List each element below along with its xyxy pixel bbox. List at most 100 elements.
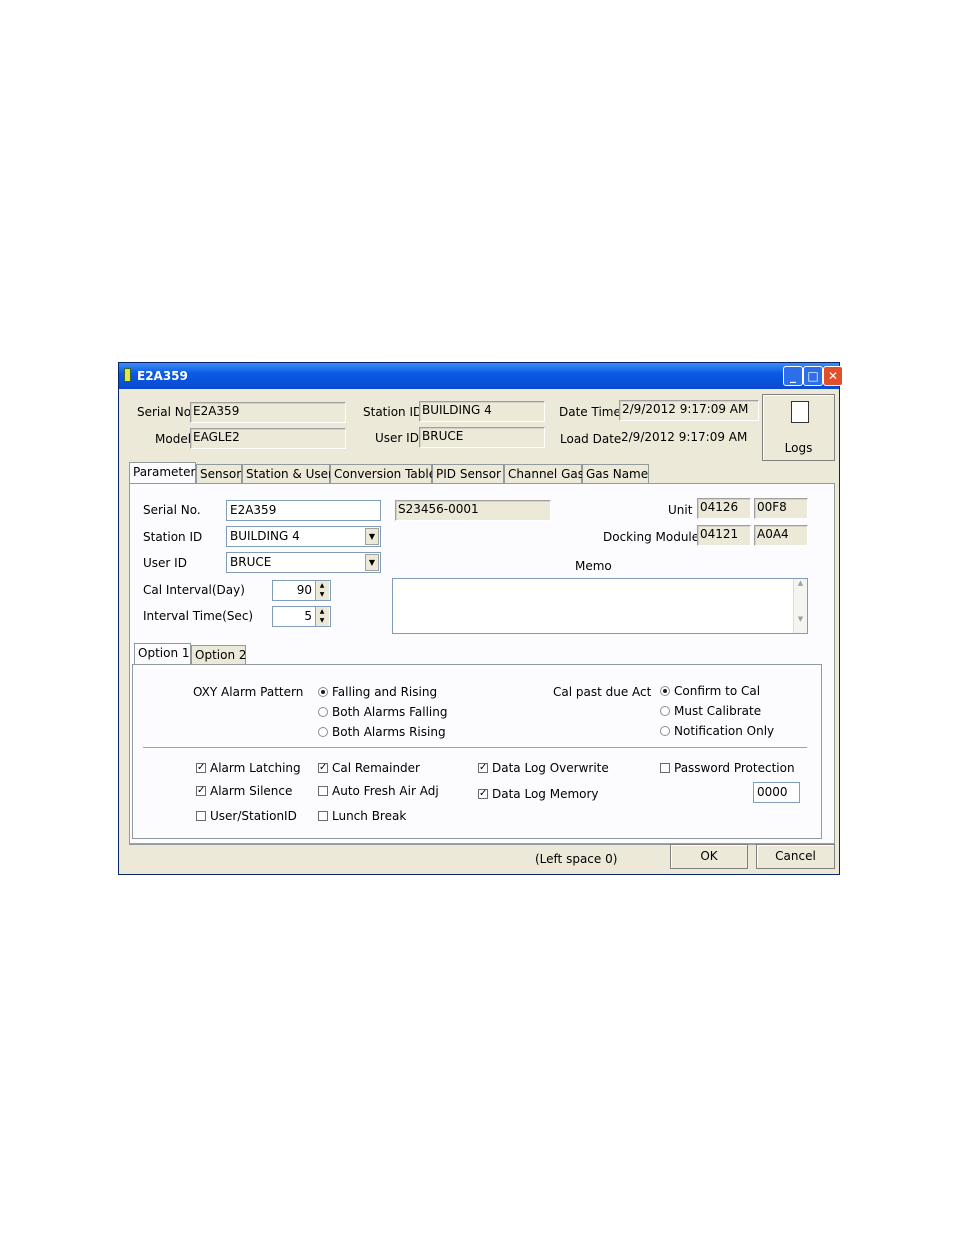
tab-parameter[interactable]: Parameter [129, 462, 196, 484]
header-loaddate-label: Load Date [560, 432, 622, 446]
close-button[interactable]: ✕ [823, 366, 843, 386]
header-user-field: BRUCE [419, 427, 545, 448]
alarm-latching-checkbox[interactable]: ✓ [196, 763, 206, 773]
param-user-value: BRUCE [230, 555, 272, 569]
chevron-down-icon[interactable]: ▼ [365, 554, 379, 571]
oxy-option-2: Both Alarms Rising [332, 725, 446, 739]
unit-field-1: 04126 [697, 498, 751, 519]
param-user-select[interactable]: BRUCE ▼ [226, 552, 381, 573]
user-station-checkbox[interactable] [196, 811, 206, 821]
param-station-select[interactable]: BUILDING 4 ▼ [226, 526, 381, 547]
param-serial-extra: S23456-0001 [395, 500, 551, 521]
docking-field-2: A0A4 [754, 525, 808, 546]
cal-remainder-label: Cal Remainder [332, 761, 420, 775]
param-station-label: Station ID [143, 530, 203, 544]
tab-station-user[interactable]: Station & User [242, 464, 333, 484]
user-station-label: User/StationID [210, 809, 297, 823]
header-serial-field: E2A359 [190, 402, 346, 423]
cancel-button[interactable]: Cancel [756, 844, 835, 869]
header-station-label: Station ID [363, 405, 423, 419]
docking-field-1: 04121 [697, 525, 751, 546]
header-user-label: User ID [375, 431, 419, 445]
calpast-option-1: Must Calibrate [674, 704, 762, 718]
oxy-radio-1[interactable] [318, 707, 328, 717]
maximize-icon: □ [807, 369, 819, 383]
maximize-button[interactable]: □ [803, 366, 823, 386]
scroll-up-icon[interactable]: ▲ [794, 579, 807, 587]
logs-button[interactable]: Logs [762, 394, 835, 461]
title-bar[interactable]: E2A359 _ □ ✕ [119, 363, 843, 389]
data-log-overwrite-checkbox[interactable]: ✓ [478, 763, 488, 773]
password-protection-checkbox[interactable] [660, 763, 670, 773]
subtab-option2[interactable]: Option 2 [191, 645, 247, 665]
close-icon: ✕ [827, 369, 839, 383]
calpast-radio-1[interactable] [660, 706, 670, 716]
calpast-option-2: Notification Only [674, 724, 775, 738]
window-title: E2A359 [137, 369, 188, 383]
lunch-break-checkbox[interactable] [318, 811, 328, 821]
spin-down-icon[interactable]: ▼ [316, 590, 328, 599]
oxy-radio-2[interactable] [318, 727, 328, 737]
parameter-panel: Serial No. E2A359 S23456-0001 Station ID… [129, 483, 835, 845]
scroll-down-icon[interactable]: ▼ [794, 615, 807, 623]
alarm-silence-label: Alarm Silence [210, 784, 293, 798]
auto-fresh-label: Auto Fresh Air Adj [332, 784, 439, 798]
tab-sensor[interactable]: Sensor [196, 464, 242, 484]
tab-conversion-table[interactable]: Conversion Table [330, 464, 436, 484]
header-model-field: EAGLE2 [190, 428, 346, 449]
cal-interval-stepper[interactable]: 90 ▲ ▼ [272, 580, 331, 601]
tab-pid-sensor[interactable]: PID Sensor [432, 464, 504, 484]
param-serial-input[interactable]: E2A359 [226, 500, 381, 521]
oxy-option-0: Falling and Rising [332, 685, 438, 699]
spin-down-icon[interactable]: ▼ [316, 616, 328, 625]
memo-label: Memo [575, 559, 612, 573]
calpast-option-0: Confirm to Cal [674, 684, 761, 698]
interval-time-spin[interactable]: ▲ ▼ [315, 607, 329, 626]
param-user-label: User ID [143, 556, 187, 570]
tab-channel-gas[interactable]: Channel Gas [504, 464, 584, 484]
interval-time-stepper[interactable]: 5 ▲ ▼ [272, 606, 331, 627]
data-log-memory-label: Data Log Memory [492, 787, 599, 801]
calpast-radio-0[interactable] [660, 686, 670, 696]
oxy-radio-0[interactable] [318, 687, 328, 697]
cal-interval-value: 90 [296, 583, 312, 597]
password-input[interactable]: 0000 [753, 782, 800, 803]
oxy-label: OXY Alarm Pattern [193, 685, 304, 699]
param-station-value: BUILDING 4 [230, 529, 300, 543]
option-divider [143, 747, 807, 749]
ok-button[interactable]: OK [670, 844, 748, 869]
spin-up-icon[interactable]: ▲ [316, 581, 328, 590]
minimize-button[interactable]: _ [783, 366, 803, 386]
header-datetime-label: Date Time [559, 405, 621, 419]
memo-textarea[interactable]: ▲ ▼ [392, 578, 808, 634]
cal-remainder-checkbox[interactable]: ✓ [318, 763, 328, 773]
main-window: E2A359 _ □ ✕ Serial No. E2A359 Model EAG… [118, 362, 843, 875]
data-log-overwrite-label: Data Log Overwrite [492, 761, 609, 775]
auto-fresh-checkbox[interactable] [318, 786, 328, 796]
unit-label: Unit [668, 503, 693, 517]
param-serial-label: Serial No. [143, 503, 201, 517]
cal-interval-label: Cal Interval(Day) [143, 583, 245, 597]
spin-up-icon[interactable]: ▲ [316, 607, 328, 616]
password-protection-label: Password Protection [674, 761, 795, 775]
header-loaddate-value: 2/9/2012 9:17:09 AM [621, 430, 748, 444]
lunch-break-label: Lunch Break [332, 809, 407, 823]
logs-label: Logs [784, 441, 813, 455]
chevron-down-icon[interactable]: ▼ [365, 528, 379, 545]
option1-panel: OXY Alarm Pattern Falling and Rising Bot… [132, 664, 822, 839]
alarm-latching-label: Alarm Latching [210, 761, 301, 775]
memo-scrollbar[interactable]: ▲ ▼ [793, 579, 807, 633]
alarm-silence-checkbox[interactable]: ✓ [196, 786, 206, 796]
tab-gas-name[interactable]: Gas Name [582, 464, 649, 484]
header-station-field: BUILDING 4 [419, 401, 545, 422]
minimize-icon: _ [790, 369, 796, 383]
subtab-option1[interactable]: Option 1 [134, 643, 191, 665]
header-model-label: Model [155, 432, 192, 446]
calpast-label: Cal past due Act [553, 685, 652, 699]
unit-field-2: 00F8 [754, 498, 808, 519]
calpast-radio-2[interactable] [660, 726, 670, 736]
cal-interval-spin[interactable]: ▲ ▼ [315, 581, 329, 600]
header-serial-label: Serial No. [137, 405, 195, 419]
data-log-memory-checkbox[interactable]: ✓ [478, 789, 488, 799]
left-space-status: (Left space 0) [535, 852, 618, 866]
